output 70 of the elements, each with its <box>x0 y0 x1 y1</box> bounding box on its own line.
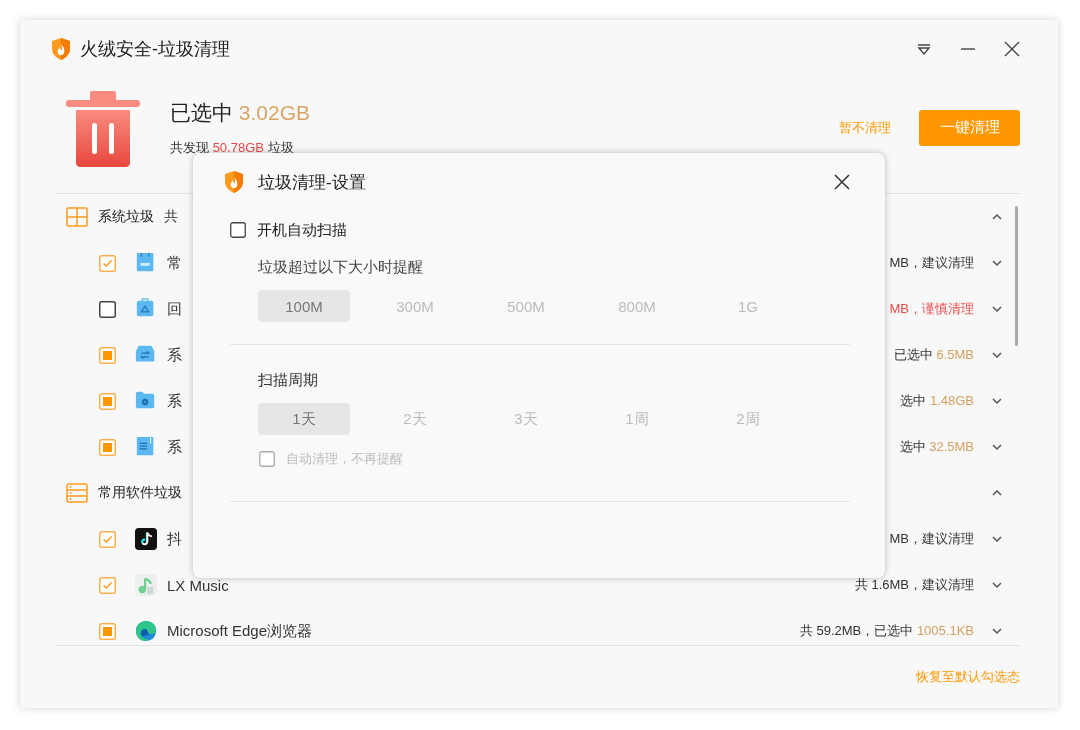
collapse-chevron-icon[interactable] <box>992 489 1002 497</box>
shield-logo-icon <box>50 37 72 61</box>
option-button[interactable]: 1周 <box>591 403 683 435</box>
item-name[interactable]: 常 <box>167 253 182 273</box>
item-name[interactable]: Microsoft Edge浏览器 <box>167 621 313 641</box>
checkbox[interactable] <box>230 222 246 238</box>
close-icon[interactable] <box>834 174 850 190</box>
item-name[interactable]: LX Music <box>167 576 229 594</box>
music-note-app-icon <box>135 527 157 551</box>
item-size-text: 共 1.6MB，建议清理 <box>854 576 974 594</box>
close-icon[interactable] <box>1004 41 1020 57</box>
option-button[interactable]: 300M <box>369 290 461 322</box>
expand-chevron-icon[interactable] <box>992 259 1002 267</box>
checkbox[interactable] <box>99 300 116 318</box>
option-button[interactable]: 500M <box>480 290 572 322</box>
item-name[interactable]: 抖 <box>167 529 182 549</box>
expand-chevron-icon[interactable] <box>992 351 1002 359</box>
item-name[interactable]: 系 <box>167 345 182 365</box>
item-size-text: MB，建议清理 <box>889 530 974 548</box>
found-size-text: 共发现 50.78GB 垃圾 <box>170 138 295 157</box>
item-name[interactable]: 回 <box>167 299 182 319</box>
section-title[interactable]: 常用软件垃圾 <box>98 484 182 502</box>
expand-chevron-icon[interactable] <box>992 535 1002 543</box>
partial-checkbox[interactable] <box>99 438 116 456</box>
item-size-text: 已选中 6.5MB <box>893 346 974 364</box>
partial-checkbox[interactable] <box>99 622 116 640</box>
setting-label: 扫描周期 <box>258 371 319 390</box>
section-summary: 共 <box>164 208 178 226</box>
item-name[interactable]: 系 <box>167 437 182 457</box>
checked-checkbox[interactable] <box>99 576 116 594</box>
swirl-app-icon <box>135 619 157 643</box>
music-note-app-icon <box>135 573 157 597</box>
checkbox-label: 自动清理，不再提醒 <box>286 450 403 468</box>
item-size-text: 共 59.2MB，已选中 1005.1KB <box>799 622 974 640</box>
expand-chevron-icon[interactable] <box>992 627 1002 635</box>
partial-checkbox[interactable] <box>99 346 116 364</box>
expand-chevron-icon[interactable] <box>992 305 1002 313</box>
list-icon <box>66 483 88 503</box>
menu-icon[interactable] <box>916 42 932 56</box>
expand-chevron-icon[interactable] <box>992 397 1002 405</box>
checked-checkbox[interactable] <box>99 254 116 272</box>
item-size-text: MB，谨慎清理 <box>889 300 974 318</box>
collapse-chevron-icon[interactable] <box>992 213 1002 221</box>
option-button[interactable]: 1天 <box>258 403 350 435</box>
option-button[interactable]: 800M <box>591 290 683 322</box>
item-size-text: MB，建议清理 <box>889 254 974 272</box>
scrollbar[interactable] <box>1015 206 1018 346</box>
option-button[interactable]: 3天 <box>480 403 572 435</box>
option-button[interactable]: 2周 <box>702 403 794 435</box>
trash-can-icon <box>66 90 140 167</box>
option-button[interactable]: 100M <box>258 290 350 322</box>
option-button[interactable]: 2天 <box>369 403 461 435</box>
clean-button[interactable]: 一键清理 <box>919 109 1020 146</box>
window-title: 火绒安全-垃圾清理 <box>80 38 230 61</box>
skip-link[interactable]: 暂不清理 <box>839 118 891 137</box>
expand-chevron-icon[interactable] <box>992 581 1002 589</box>
windows-icon <box>66 207 88 227</box>
section-title[interactable]: 系统垃圾 <box>98 208 154 226</box>
item-name[interactable]: 系 <box>167 391 182 411</box>
dialog-title: 垃圾清理-设置 <box>258 171 366 194</box>
checked-checkbox[interactable] <box>99 530 116 548</box>
partial-checkbox[interactable] <box>99 392 116 410</box>
item-size-text: 选中 32.5MB <box>899 438 974 456</box>
checkbox-label: 开机自动扫描 <box>257 220 347 240</box>
setting-label: 垃圾超过以下大小时提醒 <box>258 258 424 277</box>
item-size-text: 选中 1.48GB <box>900 392 974 410</box>
shield-logo-icon <box>223 170 245 194</box>
selected-size-text: 已选中 3.02GB <box>170 99 311 126</box>
expand-chevron-icon[interactable] <box>992 443 1002 451</box>
restore-default-link[interactable]: 恢复至默认勾选态 <box>916 668 1020 686</box>
